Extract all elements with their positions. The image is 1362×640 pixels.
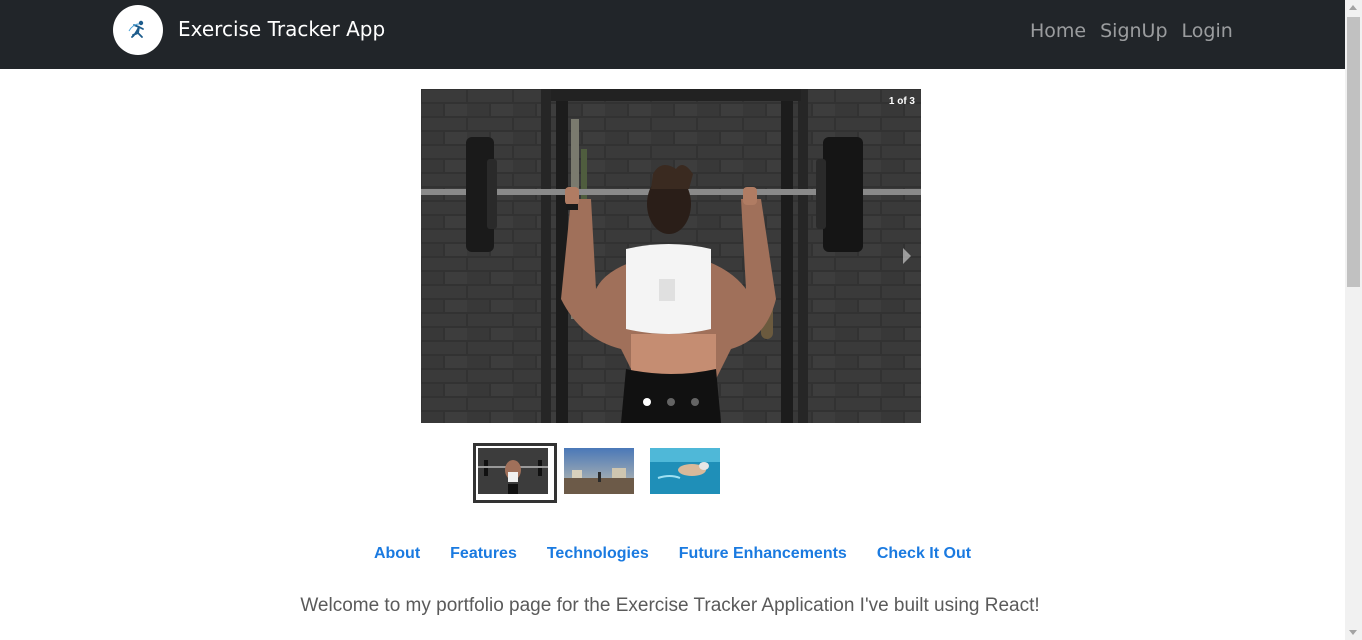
section-link-technologies[interactable]: Technologies <box>547 545 649 563</box>
scroll-down-arrow-icon[interactable] <box>1349 630 1357 635</box>
section-link-about[interactable]: About <box>374 545 420 563</box>
thumbnail-weightlifting[interactable] <box>473 443 557 503</box>
weightlifting-photo <box>421 89 921 423</box>
nav-home-link[interactable]: Home <box>1030 20 1086 42</box>
section-link-future-enhancements[interactable]: Future Enhancements <box>679 545 847 563</box>
brand-title[interactable]: Exercise Tracker App <box>178 17 385 41</box>
brand-logo[interactable] <box>113 5 163 55</box>
carousel-next-arrow-icon[interactable] <box>903 248 911 264</box>
section-link-features[interactable]: Features <box>450 545 517 563</box>
carousel-dot-3[interactable] <box>691 398 699 406</box>
navbar: Exercise Tracker App Home SignUp Login <box>0 0 1345 69</box>
image-carousel[interactable]: 1 of 3 <box>421 89 921 423</box>
carousel-dot-1[interactable] <box>643 398 651 406</box>
section-navigation: About Features Technologies Future Enhan… <box>0 545 1345 563</box>
thumbnail-swimmer[interactable] <box>650 448 720 494</box>
slide-counter: 1 of 3 <box>888 96 915 107</box>
section-link-check-it-out[interactable]: Check It Out <box>877 545 971 563</box>
welcome-text: Welcome to my portfolio page for the Exe… <box>300 595 1040 616</box>
scrollbar-thumb[interactable] <box>1347 17 1360 287</box>
carousel-dot-2[interactable] <box>667 398 675 406</box>
nav-signup-link[interactable]: SignUp <box>1100 20 1167 42</box>
scroll-up-arrow-icon[interactable] <box>1349 5 1357 10</box>
page-scrollbar[interactable] <box>1345 0 1362 640</box>
nav-login-link[interactable]: Login <box>1182 20 1233 42</box>
thumbnail-runner[interactable] <box>564 448 634 494</box>
runner-logo-icon <box>128 20 144 38</box>
carousel-indicators <box>643 398 699 406</box>
nav-links: Home SignUp Login <box>1030 20 1247 42</box>
